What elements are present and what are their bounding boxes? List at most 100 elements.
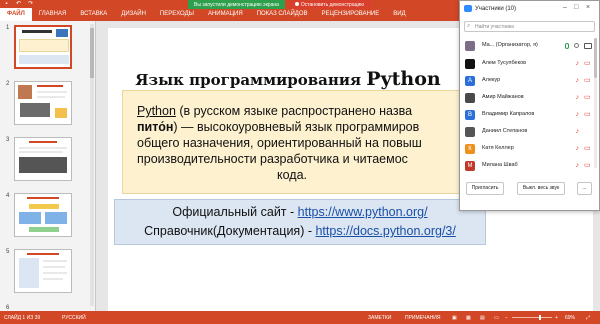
camera-off-icon[interactable]: ▭ [584, 60, 591, 67]
tab-insert[interactable]: ВСТАВКА [73, 8, 114, 21]
maximize-icon[interactable]: □ [574, 4, 578, 11]
description-line: производительности разработчика и читаем… [137, 152, 408, 166]
participant-row[interactable]: В Владимир Капралов ♪ ▭ [460, 107, 599, 124]
thumbnails-scrollbar[interactable] [90, 24, 94, 306]
tab-home[interactable]: ГЛАВНАЯ [32, 8, 74, 21]
slide-thumbnail[interactable] [14, 193, 72, 237]
title-prefix: Язык программирования [135, 71, 362, 89]
slide-thumbnail[interactable] [14, 81, 72, 125]
mic-muted-icon[interactable]: ♪ [576, 77, 580, 84]
participants-titlebar: Участники (10) – □ × [460, 1, 599, 17]
zoom-out-icon[interactable]: − [505, 315, 508, 321]
mic-muted-icon[interactable]: ♪ [576, 60, 580, 67]
mic-on-icon[interactable] [565, 43, 569, 49]
invite-button[interactable]: Пригласить [466, 182, 504, 195]
slide-sorter-icon[interactable]: ▦ [466, 315, 471, 321]
tab-view[interactable]: ВИД [386, 8, 412, 21]
scrollbar-thumb[interactable] [90, 28, 94, 78]
scrollbar-thumb[interactable] [594, 38, 597, 78]
python-link-word[interactable]: Python [137, 104, 176, 118]
mic-muted-icon[interactable]: ♪ [576, 145, 580, 152]
zoom-in-icon[interactable]: + [555, 315, 558, 321]
participant-row[interactable]: А Алекур ♪ ▭ [460, 73, 599, 90]
mic-muted-icon[interactable]: ♪ [576, 162, 580, 169]
slide-thumbnail[interactable] [14, 249, 72, 293]
camera-off-icon[interactable]: ▭ [584, 94, 591, 101]
camera-off-icon[interactable]: ▭ [584, 145, 591, 152]
undo-icon[interactable]: ↶ [15, 1, 22, 7]
thumbnail-row[interactable]: 4 [2, 193, 94, 245]
reading-view-icon[interactable]: ▤ [480, 315, 485, 321]
redo-icon[interactable]: ↷ [27, 1, 34, 7]
stop-share-label: Остановить демонстрацию [300, 2, 365, 8]
thumbnail-row[interactable]: 3 [2, 137, 94, 189]
minimize-icon[interactable]: – [563, 4, 567, 11]
links-box[interactable]: Официальный сайт - https://www.python.or… [114, 199, 486, 245]
mic-muted-icon[interactable]: ♪ [576, 128, 580, 135]
official-site-line: Официальный сайт - https://www.python.or… [115, 203, 485, 222]
zoom-slider[interactable] [512, 315, 552, 320]
stop-icon [294, 2, 299, 6]
participant-row[interactable]: К Катя Келлер ♪ ▭ [460, 141, 599, 158]
search-icon: ⌕ [467, 23, 471, 29]
thumbnail-row[interactable]: 2 [2, 81, 94, 133]
comments-button[interactable]: ПРИМЕЧАНИЯ [405, 315, 441, 321]
slide-title[interactable]: Язык программирования Python [108, 68, 468, 90]
notes-button[interactable]: ЗАМЕТКИ [368, 315, 391, 321]
slide-thumbnail[interactable] [14, 137, 72, 181]
thumbnail-row[interactable]: 1 [2, 25, 94, 77]
participant-row[interactable]: Даниил Степанов ♪ [460, 124, 599, 141]
zoom-slider-knob[interactable] [539, 315, 541, 320]
tab-transitions[interactable]: ПЕРЕХОДЫ [153, 8, 201, 21]
camera-off-icon[interactable]: ▭ [584, 162, 591, 169]
docs-label: Справочник(Документация) - [144, 224, 316, 238]
mic-muted-icon[interactable]: ♪ [576, 94, 580, 101]
close-icon[interactable]: × [586, 4, 590, 11]
participants-window: Участники (10) – □ × ⌕ Найти участника M… [459, 0, 600, 211]
participant-name: Даниил Степанов [482, 128, 528, 134]
mic-muted-icon[interactable]: ♪ [576, 111, 580, 118]
thumbnail-row[interactable]: 5 [2, 249, 94, 301]
camera-icon[interactable] [584, 43, 592, 49]
stop-share-button[interactable]: Остановить демонстрацию [288, 0, 371, 9]
avatar: В [465, 110, 475, 120]
thumbnail-number: 2 [6, 81, 10, 87]
description-line: общего назначения, ориентированный на по… [137, 136, 422, 150]
slide-thumbnail[interactable] [14, 25, 72, 69]
language-indicator[interactable]: РУССКИЙ [62, 315, 86, 321]
official-site-label: Официальный сайт - [172, 205, 298, 219]
docs-link[interactable]: https://docs.python.org/3/ [315, 224, 455, 238]
tab-review[interactable]: РЕЦЕНЗИРОВАНИЕ [315, 8, 387, 21]
slide-counter: СЛАЙД 1 ИЗ 39 [4, 315, 41, 321]
save-icon[interactable]: ▪ [3, 1, 10, 7]
zoom-level[interactable]: 69% [565, 315, 575, 321]
participant-row[interactable]: Алем Тусупбеков ♪ ▭ [460, 56, 599, 73]
screen-share-banner: Вы запустили демонстрацию экрана Останов… [188, 0, 371, 9]
participant-name: Алем Тусупбеков [482, 60, 527, 66]
participant-search-input[interactable]: ⌕ Найти участника [464, 21, 595, 32]
more-button[interactable]: ... [577, 182, 592, 195]
thumbnail-number: 3 [6, 137, 10, 143]
camera-off-icon[interactable]: ▭ [584, 77, 591, 84]
official-site-link[interactable]: https://www.python.org/ [298, 205, 428, 219]
participant-row[interactable]: Амир Майжанов ♪ ▭ [460, 90, 599, 107]
avatar: М [465, 161, 475, 171]
participant-row-host[interactable]: Ma... (Организатор, я) [460, 38, 599, 56]
camera-off-icon[interactable]: ▭ [584, 111, 591, 118]
tab-file[interactable]: ФАЙЛ [0, 8, 32, 21]
tab-slideshow[interactable]: ПОКАЗ СЛАЙДОВ [250, 8, 315, 21]
fit-slide-icon[interactable]: ⤢ [586, 315, 590, 321]
normal-view-icon[interactable]: ▣ [452, 315, 457, 321]
participant-name: Милана Шваб [482, 162, 518, 168]
tab-design[interactable]: ДИЗАЙН [114, 8, 153, 21]
mute-all-button[interactable]: Выкл. весь звук [517, 182, 565, 195]
docs-line: Справочник(Документация) - https://docs.… [115, 222, 485, 241]
participant-row[interactable]: М Милана Шваб ♪ ▭ [460, 158, 599, 175]
participant-name: Алекур [482, 77, 501, 83]
thumbnail-number: 4 [6, 193, 10, 199]
participants-scrollbar[interactable] [594, 38, 597, 168]
description-text: ) — высокоуровневый язык программиров [173, 120, 420, 134]
slideshow-icon[interactable]: ▭ [494, 315, 499, 321]
python-description-box[interactable]: Python (в русском языке распространено н… [122, 90, 485, 194]
tab-animation[interactable]: АНИМАЦИЯ [201, 8, 250, 21]
